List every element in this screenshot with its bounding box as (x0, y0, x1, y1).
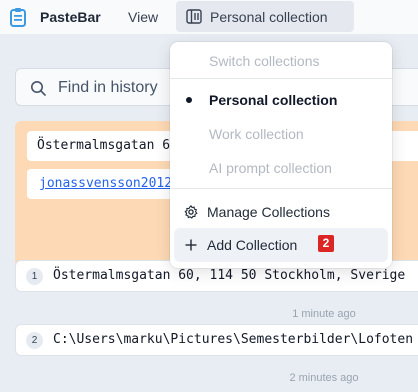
history-item-number: 2 (26, 332, 43, 349)
manage-collections-button[interactable]: Manage Collections (170, 197, 392, 227)
dropdown-header: Switch collections (170, 46, 392, 76)
search-icon (31, 81, 46, 96)
app-name-menu[interactable]: PasteBar (40, 9, 101, 25)
history-item-time: 2 minutes ago (0, 372, 418, 384)
dropdown-item-label: Personal collection (209, 92, 338, 108)
history-item-text: Östermalmsgatan 60, 114 50 Stockholm, Sv… (53, 268, 406, 283)
dropdown-item-work-collection[interactable]: Work collection (170, 119, 392, 149)
dropdown-item-personal-collection[interactable]: Personal collection (170, 85, 392, 115)
dropdown-divider (170, 188, 392, 189)
gear-icon (184, 205, 198, 219)
plus-icon (185, 239, 197, 251)
search-placeholder: Find in history (58, 79, 158, 96)
history-item-number: 1 (26, 268, 43, 285)
collection-switcher-button[interactable]: Personal collection (176, 1, 354, 32)
history-item-text: C:\Users\marku\Pictures\Semesterbilder\L… (53, 332, 414, 347)
pastebar-logo-icon[interactable] (8, 7, 28, 27)
history-item-time: 1 minute ago (0, 308, 418, 320)
history-item[interactable]: 2 C:\Users\marku\Pictures\Semesterbilder… (15, 324, 418, 356)
dropdown-header-label: Switch collections (209, 53, 320, 69)
collections-dropdown: Switch collections Personal collection W… (170, 42, 392, 268)
history-item-timestamp: 2 minutes ago (289, 372, 359, 384)
add-collection-button[interactable]: Add Collection 2 (174, 228, 388, 262)
pinned-clip-email-link[interactable]: jonassvensson2012@gmail.com (39, 176, 177, 191)
manage-collections-label: Manage Collections (207, 204, 330, 220)
dropdown-item-label: Work collection (209, 126, 304, 142)
collection-icon (186, 9, 202, 24)
dropdown-item-label: AI prompt collection (209, 160, 332, 176)
view-menu[interactable]: View (128, 9, 158, 25)
collection-switcher-label: Personal collection (210, 9, 328, 25)
active-bullet-icon (186, 97, 192, 103)
dropdown-item-ai-prompt-collection[interactable]: AI prompt collection (170, 153, 392, 183)
add-collection-label: Add Collection (207, 237, 298, 253)
history-item-timestamp: 1 minute ago (292, 308, 356, 320)
pinned-clip-email[interactable]: jonassvensson2012@gmail.com (27, 169, 177, 199)
top-bar: PasteBar View Personal collection (0, 0, 418, 34)
dropdown-divider (170, 78, 392, 79)
annotation-badge: 2 (318, 235, 334, 252)
